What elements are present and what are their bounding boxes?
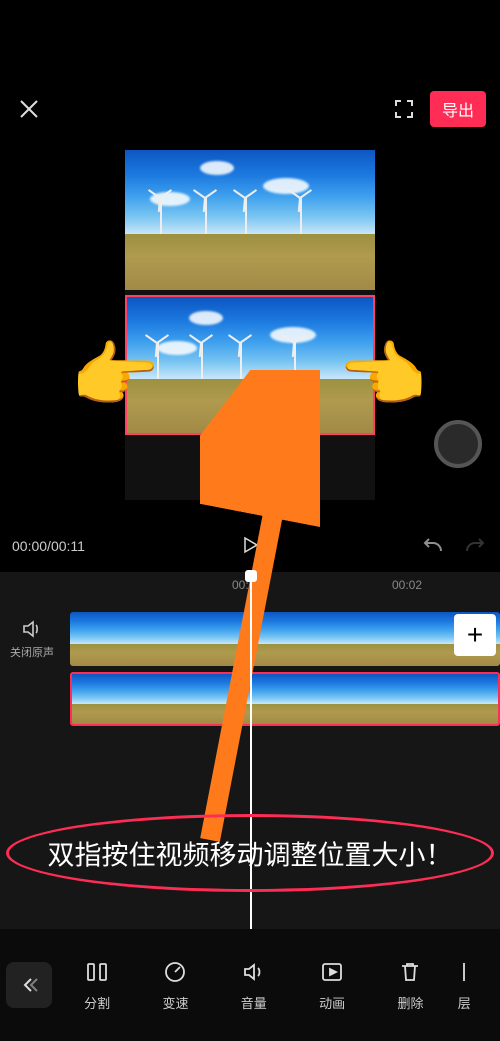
timeline-track-2-selected[interactable]	[70, 672, 500, 726]
tool-volume[interactable]: 音量	[223, 959, 285, 1012]
play-button[interactable]	[241, 536, 259, 557]
tool-label: 分割	[84, 993, 110, 1012]
tool-label: 动画	[319, 993, 345, 1012]
close-button[interactable]	[14, 94, 44, 124]
annotation-instruction: 双指按住视频移动调整位置大小！	[6, 814, 494, 892]
tool-layer[interactable]: 层	[458, 959, 488, 1012]
preview-clip-bottom-selected[interactable]	[125, 295, 375, 435]
tool-label: 删除	[397, 993, 423, 1012]
undo-button[interactable]	[420, 534, 446, 559]
fullscreen-icon[interactable]	[392, 97, 416, 121]
add-clip-button[interactable]: +	[454, 614, 496, 656]
redo-button	[462, 534, 488, 559]
record-button[interactable]	[434, 420, 482, 468]
tool-animation[interactable]: 动画	[301, 959, 363, 1012]
mute-original-label: 关闭原声	[0, 644, 64, 660]
tool-delete[interactable]: 删除	[379, 959, 441, 1012]
tool-label: 层	[458, 993, 471, 1012]
tool-speed[interactable]: 变速	[144, 959, 206, 1012]
tool-split[interactable]: 分割	[66, 959, 128, 1012]
mute-original-icon[interactable]	[0, 618, 64, 640]
time-display: 00:00/00:11	[12, 538, 122, 554]
preview-canvas[interactable]	[125, 150, 375, 500]
collapse-toolbar-button[interactable]	[6, 962, 52, 1008]
preview-clip-top[interactable]	[125, 150, 375, 290]
tool-label: 音量	[241, 993, 267, 1012]
tool-label: 变速	[162, 993, 188, 1012]
timeline-track-1[interactable]	[70, 612, 500, 666]
export-button[interactable]: 导出	[430, 91, 486, 127]
